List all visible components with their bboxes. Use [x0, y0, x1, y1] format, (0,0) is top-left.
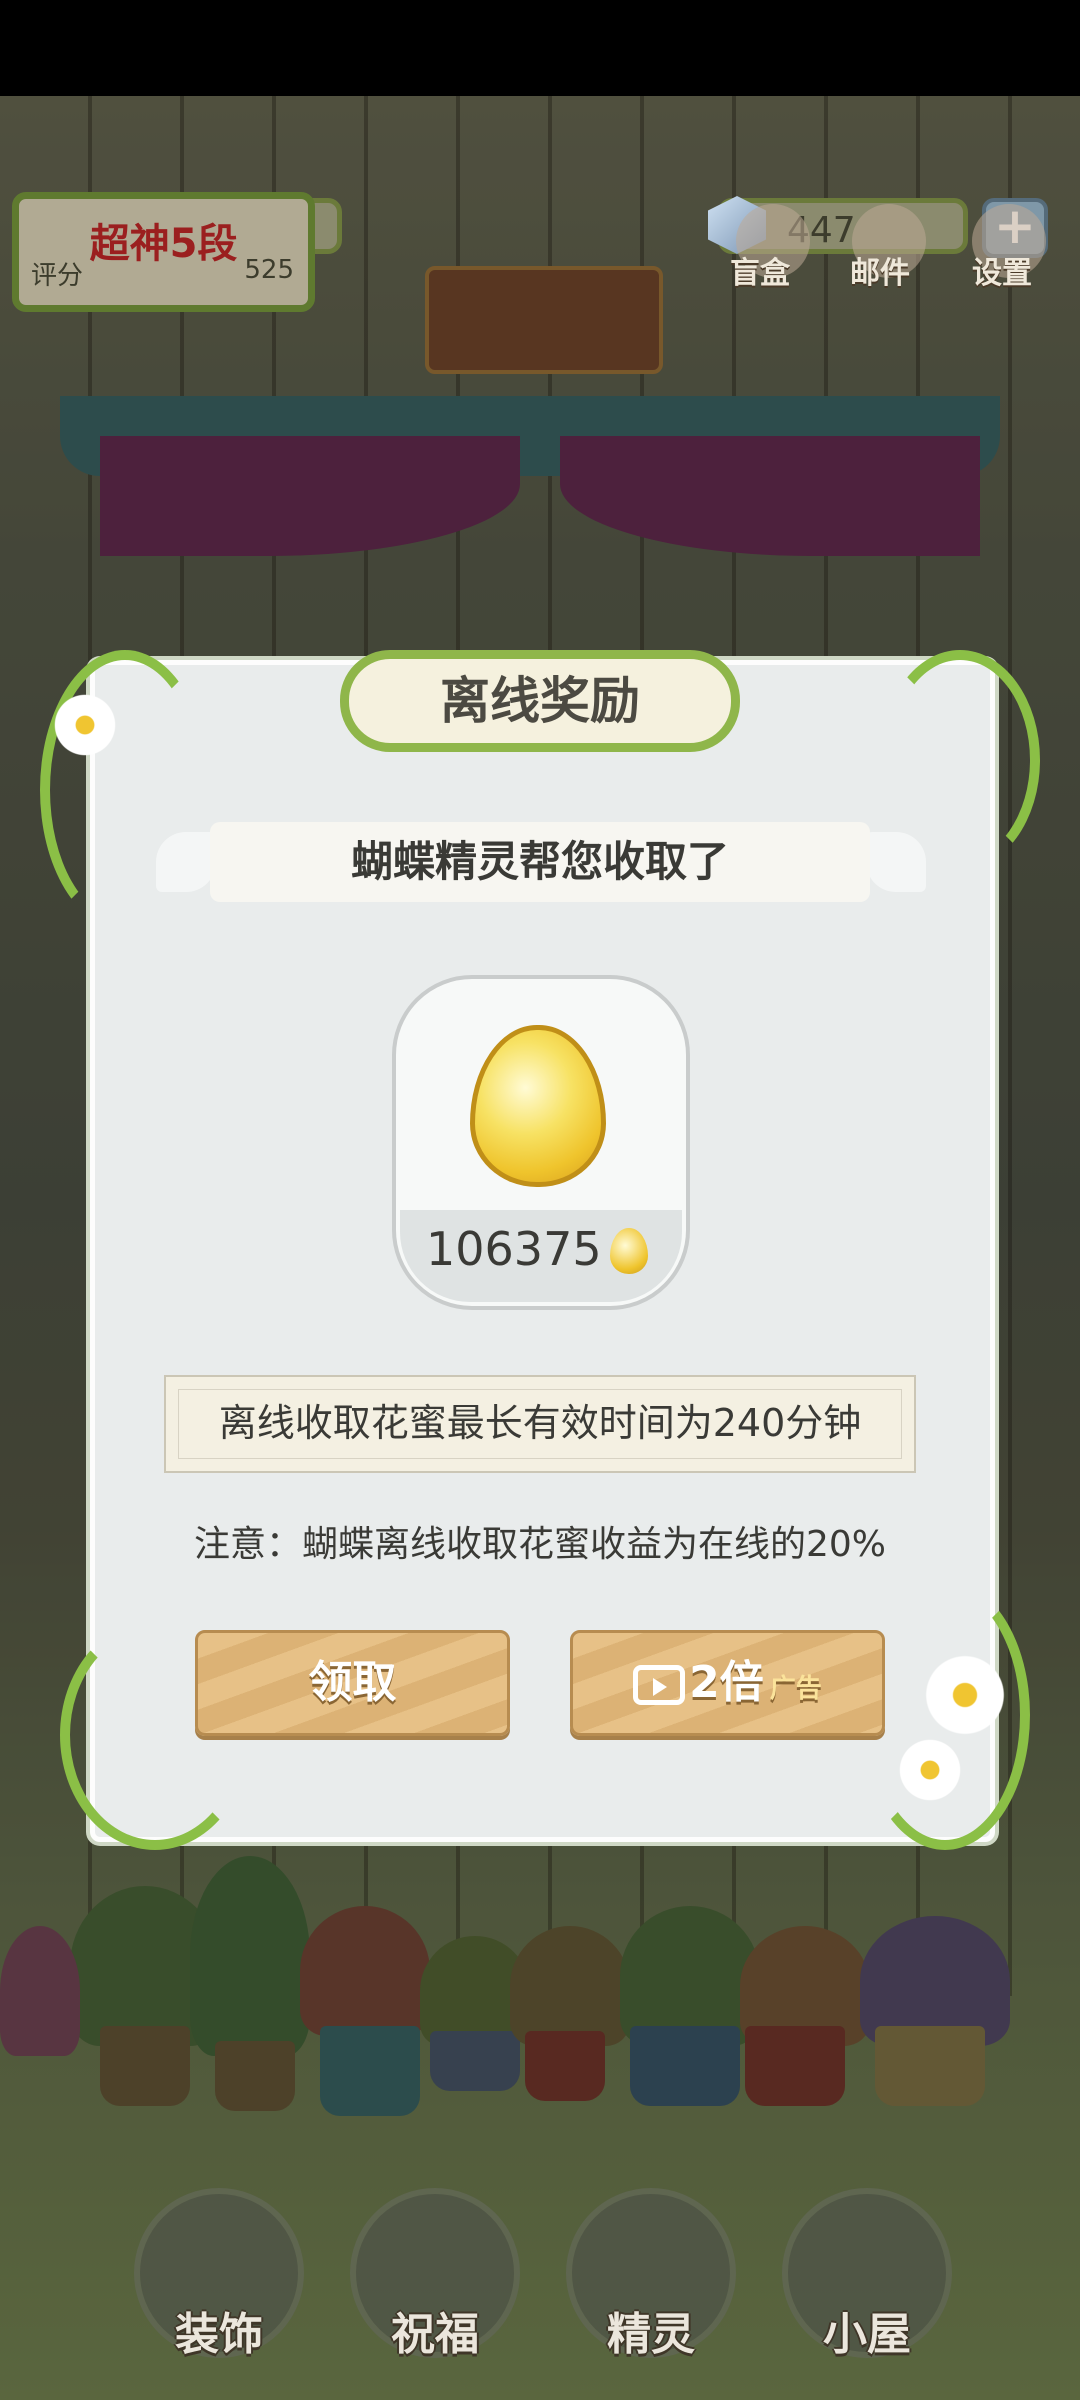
note-frame	[178, 1389, 902, 1459]
nav-decoration-label: 装饰	[175, 2309, 263, 2360]
claim-button[interactable]: 领取	[195, 1630, 510, 1736]
settings-label: 设置	[972, 256, 1032, 291]
score-label: 评分	[31, 261, 84, 291]
offline-time-note: 离线收取花蜜最长有效时间为240分钟	[164, 1375, 916, 1473]
double-reward-ad-button[interactable]: 2倍 广告	[570, 1630, 885, 1736]
rank-panel[interactable]: 超神5段 评分 525	[12, 192, 315, 312]
offline-warning: 注意：蝴蝶离线收取花蜜收益为在线的20%	[193, 1524, 887, 1565]
daisy-flower-icon	[50, 690, 120, 760]
dialog-subtitle: 蝴蝶精灵帮您收取了	[210, 822, 870, 902]
nectar-drop-icon	[610, 1228, 648, 1274]
double-label: 2倍	[689, 1657, 764, 1708]
ad-label: 广告	[769, 1674, 822, 1704]
video-ad-icon	[633, 1665, 686, 1705]
butterfly-wing-icon	[156, 832, 216, 892]
score-value: 525	[244, 255, 294, 285]
blind-box-label: 盲盒	[730, 256, 790, 291]
nav-fairy-label: 精灵	[607, 2309, 695, 2360]
claim-label: 领取	[308, 1657, 397, 1708]
butterfly-wing-icon	[866, 832, 926, 892]
daisy-flower-icon	[920, 1650, 1010, 1740]
reward-amount: 106375	[426, 1222, 602, 1276]
nav-blessing-label: 祝福	[391, 2309, 479, 2360]
nav-cottage-label: 小屋	[823, 2309, 911, 2360]
dialog-title: 离线奖励	[340, 650, 740, 752]
mail-label: 邮件	[850, 256, 910, 291]
daisy-flower-icon	[895, 1735, 965, 1805]
